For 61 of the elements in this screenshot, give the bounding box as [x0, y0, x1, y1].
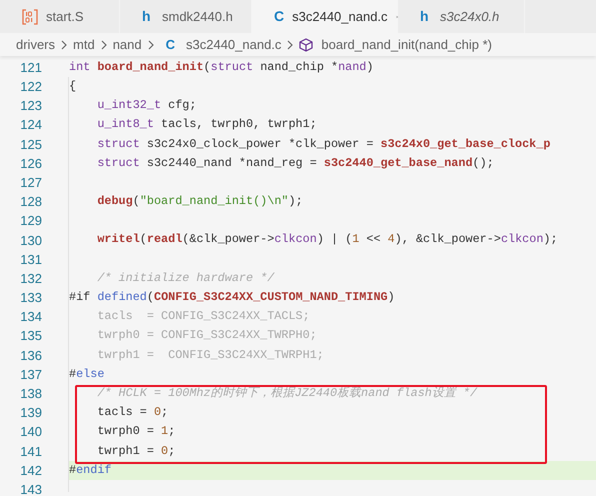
tab-label: s3c24x0.h [440, 8, 500, 26]
code-line: tacls = 0; [96, 404, 168, 422]
code-line: /* initialize hardware */ [96, 270, 274, 287]
binary-file-icon [22, 8, 38, 24]
code-line: u_int32_t cfg; [96, 97, 196, 114]
breadcrumb-item[interactable]: board_nand_init(nand_chip *) [321, 34, 492, 54]
tab-label: start.S [46, 8, 84, 26]
line-number: 134 [19, 308, 42, 326]
line-number: 143 [19, 480, 42, 494]
code-line: struct s3c2440_nand *nand_reg = s3c2440_get_base_nand(); [96, 154, 494, 172]
code-line: struct s3c24x0_clock_power *clk_power = s3c24x0_get_base_clock_p [96, 136, 550, 152]
line-number: 137 [19, 366, 42, 384]
code-line: twrph1 = 0; [96, 442, 176, 460]
file-type-icon: h [420, 6, 432, 27]
breadcrumb-item[interactable]: drivers [16, 34, 56, 54]
breadcrumb-item[interactable]: nand [112, 34, 142, 54]
code-line: int board_nand_init(struct nand_chip *nand) [69, 58, 374, 76]
tab-label: smdk2440.h [162, 8, 233, 26]
line-number: 139 [19, 404, 42, 422]
code-line: twrph0 = CONFIG_S3C24XX_TWRPH0; [96, 327, 317, 344]
file-type-icon: C [274, 6, 284, 27]
code-line: #endif [69, 462, 112, 479]
breadcrumb-item[interactable]: s3c2440_nand.c [186, 34, 282, 54]
line-number: 124 [19, 116, 42, 134]
line-number: 128 [19, 193, 42, 212]
code-line: twrph0 = 1; [96, 423, 176, 440]
file-type-icon: C [166, 34, 175, 54]
line-number: 135 [19, 327, 42, 346]
code-line: u_int8_t tacls, twrph0, twrph1; [96, 116, 317, 134]
line-number: 126 [19, 154, 42, 173]
code-line: debug("board_nand_init()\n"); [96, 193, 303, 210]
code-line: #else [69, 366, 104, 383]
line-number: 140 [19, 423, 42, 442]
chevron-icon [146, 40, 155, 50]
editor-tab[interactable]: C s3c2440_nand.c [252, 0, 398, 33]
chevron-icon [60, 40, 68, 50]
line-number: 123 [19, 97, 42, 116]
line-number: 121 [19, 58, 42, 77]
line-number: 136 [19, 346, 42, 365]
line-number: 129 [19, 212, 42, 230]
code-line: writel(readl(&clk_power->clkcon) | (1 << 4), &clk_power->clkcon); [96, 231, 558, 248]
cube-icon [299, 38, 314, 52]
code-line: { [69, 78, 76, 95]
chevron-icon [100, 40, 108, 50]
line-number: 131 [19, 250, 42, 269]
chevron-icon [286, 40, 294, 50]
line-number: 122 [19, 78, 42, 96]
line-number: 127 [19, 174, 42, 192]
line-number: 141 [19, 442, 42, 461]
line-number: 130 [19, 232, 42, 250]
line-number: 133 [19, 289, 42, 308]
line-number: 132 [19, 270, 42, 288]
line-number: 142 [19, 462, 42, 480]
code-line: twrph1 = CONFIG_S3C24XX_TWRPH1; [96, 346, 324, 364]
line-number: 125 [19, 136, 42, 154]
tab-label: s3c2440_nand.c [292, 8, 388, 26]
breadcrumb-item[interactable]: mtd [73, 34, 95, 54]
code-line: #if defined(CONFIG_S3C24XX_CUSTOM_NAND_TIMING) [69, 289, 395, 306]
code-line: tacls = CONFIG_S3C24XX_TACLS; [96, 308, 310, 326]
file-type-icon: h [142, 6, 154, 27]
line-number: 138 [19, 385, 42, 404]
